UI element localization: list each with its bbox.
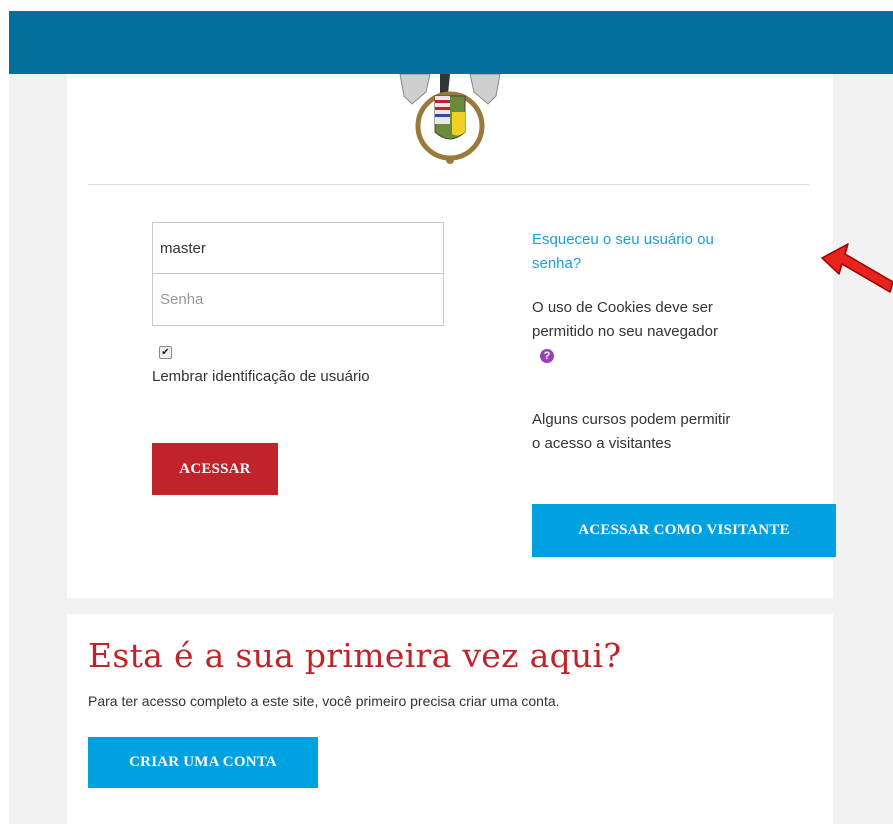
password-placeholder: Senha	[160, 291, 204, 308]
remember-checkbox[interactable]: ✔	[159, 346, 172, 359]
remember-label[interactable]: Lembrar identificação de usuário	[152, 365, 392, 389]
guest-login-button[interactable]: ACESSAR COMO VISITANTE	[532, 504, 836, 557]
password-input[interactable]: Senha	[152, 273, 444, 326]
coat-of-arms-logo	[399, 74, 501, 164]
signup-description: Para ter acesso completo a este site, vo…	[88, 693, 560, 709]
question-circle-icon[interactable]: ?	[540, 349, 554, 364]
username-value: master	[160, 239, 206, 257]
login-button[interactable]: ACESSAR	[152, 443, 278, 495]
username-input[interactable]: master	[152, 222, 444, 274]
create-account-button[interactable]: CRIAR UMA CONTA	[88, 737, 318, 788]
guest-access-text: Alguns cursos podem permitir o acesso a …	[532, 411, 731, 452]
top-navbar	[9, 11, 893, 74]
red-arrow-annotation	[821, 243, 893, 293]
cookies-text: O uso de Cookies deve ser permitido no s…	[532, 299, 718, 340]
cookies-notice: O uso de Cookies deve ser permitido no s…	[532, 296, 732, 368]
forgot-password-link[interactable]: Esqueceu o seu usuário ou senha?	[532, 228, 752, 276]
divider	[88, 184, 809, 185]
signup-title: Esta é a sua primeira vez aqui?	[88, 636, 622, 675]
